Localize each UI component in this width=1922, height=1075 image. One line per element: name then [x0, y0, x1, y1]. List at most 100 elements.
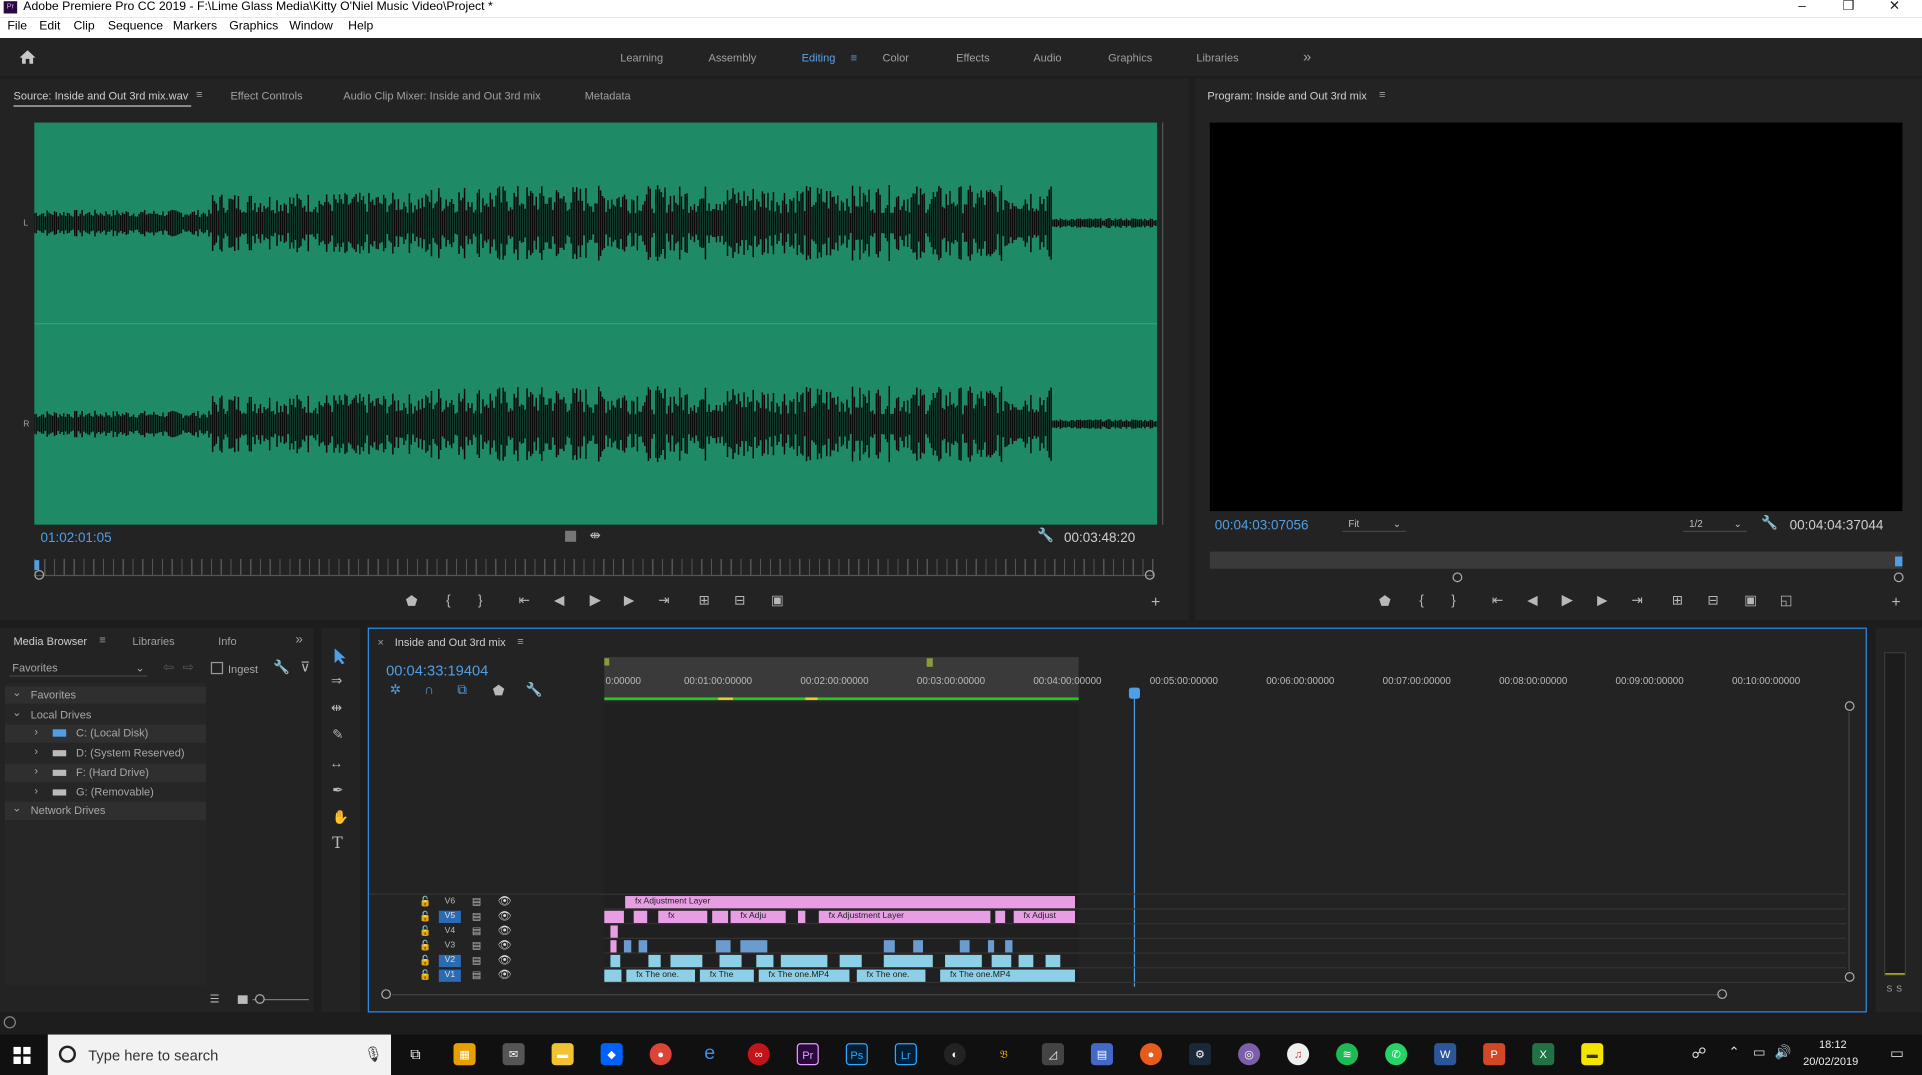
clip-v3[interactable] — [638, 940, 648, 953]
volume-icon[interactable]: 🔊 — [1775, 1044, 1792, 1061]
steam-icon[interactable]: ⚙ — [1188, 1043, 1212, 1066]
sticky-notes-icon[interactable]: ▬ — [1581, 1043, 1604, 1066]
tab-info[interactable]: Info — [218, 635, 236, 647]
clip-v3[interactable] — [610, 940, 617, 953]
workspace-menu-icon[interactable]: ≡ — [851, 51, 857, 63]
track-label[interactable]: V1 — [438, 969, 461, 982]
clip-v3[interactable] — [959, 940, 970, 953]
type-tool-icon[interactable]: T — [332, 836, 343, 852]
windows-start-icon[interactable] — [13, 1046, 31, 1064]
audio-waveform[interactable] — [33, 122, 1158, 525]
workspace-editing[interactable]: Editing — [802, 51, 836, 63]
graph-app-icon[interactable]: ◿ — [1041, 1043, 1064, 1066]
solo-right-button[interactable]: S — [1896, 986, 1902, 995]
source-timecode[interactable]: 01:02:01:05 — [40, 531, 111, 546]
menu-edit[interactable]: Edit — [39, 20, 60, 33]
program-viewer[interactable] — [1209, 122, 1903, 512]
compare-view-icon[interactable]: ◱ — [1780, 594, 1793, 607]
hscroll-left-handle[interactable] — [381, 989, 392, 1000]
program-timecode[interactable]: 00:04:03:07056 — [1215, 519, 1309, 534]
file-explorer-icon[interactable]: ▬ — [551, 1043, 574, 1066]
clip-v3[interactable] — [623, 940, 632, 953]
vscroll-top-handle[interactable] — [1844, 701, 1855, 711]
eye-icon[interactable]: 👁 — [498, 895, 512, 908]
source-playhead[interactable] — [34, 560, 40, 570]
tab-media-browser[interactable]: Media Browser — [13, 635, 87, 647]
clip-v5[interactable]: fx — [658, 910, 708, 924]
eye-icon[interactable]: 👁 — [498, 910, 512, 923]
itunes-icon[interactable]: ♫ — [1287, 1043, 1310, 1066]
clip-the-one-mp4-2[interactable]: fx The one.MP4 — [940, 969, 1075, 982]
wrench-icon[interactable]: 🔧 — [1037, 529, 1054, 543]
clip-v3[interactable] — [883, 940, 895, 953]
mail-icon[interactable]: ✉ — [502, 1043, 525, 1066]
clip-v2[interactable] — [883, 954, 933, 968]
program-mark-in-icon[interactable]: { — [1419, 594, 1424, 607]
media-browser-menu-icon[interactable]: ≡ — [99, 634, 105, 646]
chrome-icon[interactable]: ● — [649, 1043, 672, 1066]
clip-adjustment-layer-v6[interactable]: fx Adjustment Layer — [625, 896, 1075, 909]
clip-v3[interactable] — [1005, 940, 1013, 953]
eye-icon[interactable]: 👁 — [498, 924, 512, 937]
vscroll-bottom-handle[interactable] — [1844, 972, 1855, 982]
extract-icon[interactable]: ⊟ — [1707, 594, 1718, 607]
drag-audio-icon[interactable]: ⇼ — [590, 529, 601, 543]
tree-drive-f[interactable]: › F: (Hard Drive) — [4, 763, 206, 783]
workspace-more-icon[interactable]: » — [1303, 48, 1311, 65]
ripple-edit-tool-icon[interactable]: ⇹ — [331, 702, 342, 715]
clip-v2[interactable] — [756, 954, 774, 968]
clip-v5[interactable] — [995, 910, 1006, 924]
add-marker-icon[interactable]: ⬟ — [406, 595, 418, 609]
eye-icon[interactable]: 👁 — [498, 968, 512, 981]
insert-icon[interactable]: ⊞ — [699, 594, 710, 607]
clip-v2[interactable] — [945, 954, 982, 968]
program-title[interactable]: Program: Inside and Out 3rd mix — [1207, 89, 1366, 101]
lock-icon[interactable]: 🔓 — [419, 955, 431, 966]
panel-menu-icon[interactable]: ≡ — [196, 88, 202, 100]
browser-icon[interactable]: ◎ — [1238, 1043, 1261, 1066]
lock-icon[interactable]: 🔓 — [419, 896, 431, 907]
tab-libraries[interactable]: Libraries — [132, 635, 174, 647]
program-go-to-out-icon[interactable]: ⇥ — [1631, 594, 1642, 607]
source-time-ruler[interactable] — [34, 558, 1155, 577]
tree-network-drives[interactable]: ⌄ Network Drives — [4, 801, 206, 821]
track-header-v5[interactable]: 🔓 V5 ▤ 👁 — [369, 910, 604, 925]
clip-v2[interactable] — [780, 954, 828, 968]
track-header-v2[interactable]: 🔓 V2 ▤ 👁 — [369, 954, 604, 969]
pen-tool-icon[interactable]: ✒ — [332, 784, 343, 797]
program-add-marker-icon[interactable]: ⬟ — [1379, 595, 1391, 609]
menu-help[interactable]: Help — [348, 20, 373, 33]
program-step-back-icon[interactable]: ◀ — [1527, 594, 1537, 607]
forward-arrow-icon[interactable]: ⇨ — [183, 661, 194, 675]
step-forward-icon[interactable]: ▶ — [624, 594, 634, 607]
task-view-icon[interactable]: ⧉ — [405, 1043, 427, 1065]
clip-v5[interactable]: fx Adjust — [1013, 910, 1075, 924]
spotify-icon[interactable]: ≋ — [1336, 1043, 1359, 1066]
clip-v2[interactable] — [1045, 954, 1061, 968]
overwrite-icon[interactable]: ⊟ — [734, 594, 745, 607]
program-menu-icon[interactable]: ≡ — [1379, 88, 1385, 100]
whatsapp-icon[interactable]: ✆ — [1385, 1043, 1408, 1066]
ingest-checkbox[interactable] — [210, 661, 224, 675]
track-select-tool-icon[interactable]: ⇒ — [331, 675, 342, 688]
tab-effect-controls[interactable]: Effect Controls — [230, 89, 302, 101]
bridge-icon[interactable]: 𝔅 — [993, 1043, 1015, 1065]
people-icon[interactable]: ☍ — [1692, 1044, 1707, 1061]
clip-the-one-mp4[interactable]: fx The one.MP4 — [758, 969, 850, 982]
menu-graphics[interactable]: Graphics — [229, 20, 278, 33]
track-label[interactable]: V3 — [439, 940, 461, 952]
back-arrow-icon[interactable]: ⇦ — [163, 661, 174, 675]
track-label[interactable]: V2 — [438, 954, 461, 968]
button-editor-icon[interactable]: + — [1151, 593, 1160, 609]
creative-cloud-icon[interactable]: ∞ — [747, 1043, 770, 1066]
track-label[interactable]: V5 — [438, 910, 461, 924]
clip-v2[interactable] — [648, 954, 661, 968]
export-frame-icon[interactable]: ▣ — [771, 594, 784, 607]
tree-drive-d[interactable]: › D: (System Reserved) — [5, 744, 206, 762]
restore-button[interactable]: ❐ — [1842, 0, 1854, 13]
filter-icon[interactable]: ⊽ — [300, 661, 310, 675]
eye-icon[interactable]: 👁 — [498, 954, 512, 967]
program-wrench-icon[interactable]: 🔧 — [1761, 517, 1778, 530]
hscroll-right-handle[interactable] — [1717, 989, 1728, 1000]
mark-out-icon[interactable]: } — [478, 594, 483, 607]
